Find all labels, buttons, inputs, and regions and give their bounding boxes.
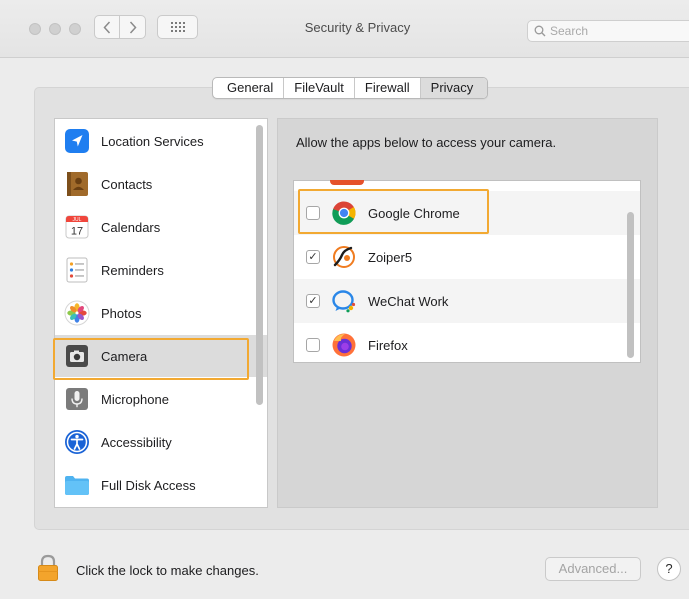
app-checkbox-zoiper5[interactable]: ✓ xyxy=(306,250,320,264)
app-list-scrollbar[interactable] xyxy=(627,212,634,358)
location-arrow-icon xyxy=(63,127,91,155)
sidebar-item-contacts[interactable]: Contacts xyxy=(55,163,267,205)
sidebar-item-label: Photos xyxy=(101,305,142,321)
tab-bar: General FileVault Firewall Privacy xyxy=(212,77,489,99)
chevron-left-icon xyxy=(103,20,111,34)
security-privacy-window: Security & Privacy Search General FileVa… xyxy=(0,0,689,599)
firefox-icon xyxy=(330,331,358,359)
minimize-window-button[interactable] xyxy=(49,23,61,35)
photos-flower-icon xyxy=(63,299,91,327)
sidebar-item-label: Calendars xyxy=(101,219,161,235)
folder-icon xyxy=(63,471,91,499)
app-name: Firefox xyxy=(368,337,408,353)
back-button[interactable] xyxy=(94,15,120,39)
app-row-wechat-work[interactable]: ✓ WeChat Work xyxy=(294,279,640,323)
sidebar-item-location-services[interactable]: Location Services xyxy=(55,120,267,162)
sidebar-item-label: Microphone xyxy=(101,391,169,407)
help-button[interactable]: ? xyxy=(657,557,681,581)
sidebar-item-label: Full Disk Access xyxy=(101,477,196,493)
calendar-icon: JUL 17 xyxy=(63,213,91,241)
app-row-firefox[interactable]: Firefox xyxy=(294,323,640,362)
tab-firewall[interactable]: Firewall xyxy=(353,78,420,98)
sidebar-item-accessibility[interactable]: Accessibility xyxy=(55,421,267,463)
privacy-category-list: Location Services Contacts JUL 17 Calend… xyxy=(54,118,268,508)
app-name: WeChat Work xyxy=(368,293,449,309)
title-bar: Security & Privacy Search xyxy=(0,0,689,58)
app-row-zoiper5[interactable]: ✓ Zoiper5 xyxy=(294,235,640,279)
sidebar-item-photos[interactable]: Photos xyxy=(55,292,267,334)
sidebar-item-label: Reminders xyxy=(101,262,164,278)
show-all-button[interactable] xyxy=(157,15,198,39)
calendar-day: 17 xyxy=(71,226,83,238)
lock-status-text: Click the lock to make changes. xyxy=(76,563,259,578)
grid-icon xyxy=(170,22,185,32)
app-checkbox-wechat-work[interactable]: ✓ xyxy=(306,294,320,308)
app-checkbox-firefox[interactable] xyxy=(306,338,320,352)
window-title: Security & Privacy xyxy=(304,20,411,35)
search-icon xyxy=(534,25,546,37)
sidebar-item-label: Location Services xyxy=(101,133,204,149)
sidebar-item-calendars[interactable]: JUL 17 Calendars xyxy=(55,206,267,248)
microphone-icon xyxy=(63,385,91,413)
camera-description: Allow the apps below to access your came… xyxy=(296,135,557,150)
lock-icon[interactable] xyxy=(36,553,60,583)
advanced-button[interactable]: Advanced... xyxy=(545,557,641,581)
calendar-month: JUL xyxy=(73,217,82,223)
app-name: Zoiper5 xyxy=(368,249,413,265)
close-window-button[interactable] xyxy=(29,23,41,35)
tab-privacy[interactable]: Privacy xyxy=(419,78,488,98)
contacts-book-icon xyxy=(63,170,91,198)
tab-general[interactable]: General xyxy=(213,78,283,98)
zoom-window-button[interactable] xyxy=(69,23,81,35)
reminders-icon xyxy=(63,256,91,284)
forward-button[interactable] xyxy=(120,15,146,39)
sidebar-item-label: Accessibility xyxy=(101,434,172,450)
sidebar-scrollbar[interactable] xyxy=(256,125,263,405)
partially-hidden-app-icon xyxy=(330,180,364,185)
camera-highlight-frame xyxy=(53,338,249,380)
sidebar-item-label: Contacts xyxy=(101,176,153,192)
wechat-work-icon xyxy=(330,287,358,315)
zoiper-icon xyxy=(330,243,358,271)
chevron-right-icon xyxy=(129,20,137,34)
sidebar-item-microphone[interactable]: Microphone xyxy=(55,378,267,420)
chrome-highlight-frame xyxy=(298,189,489,234)
sidebar-item-full-disk-access[interactable]: Full Disk Access xyxy=(55,464,267,506)
tab-filevault[interactable]: FileVault xyxy=(283,78,354,98)
accessibility-icon xyxy=(63,428,91,456)
sidebar-item-reminders[interactable]: Reminders xyxy=(55,249,267,291)
search-field[interactable]: Search xyxy=(527,20,689,42)
search-placeholder: Search xyxy=(550,24,589,38)
